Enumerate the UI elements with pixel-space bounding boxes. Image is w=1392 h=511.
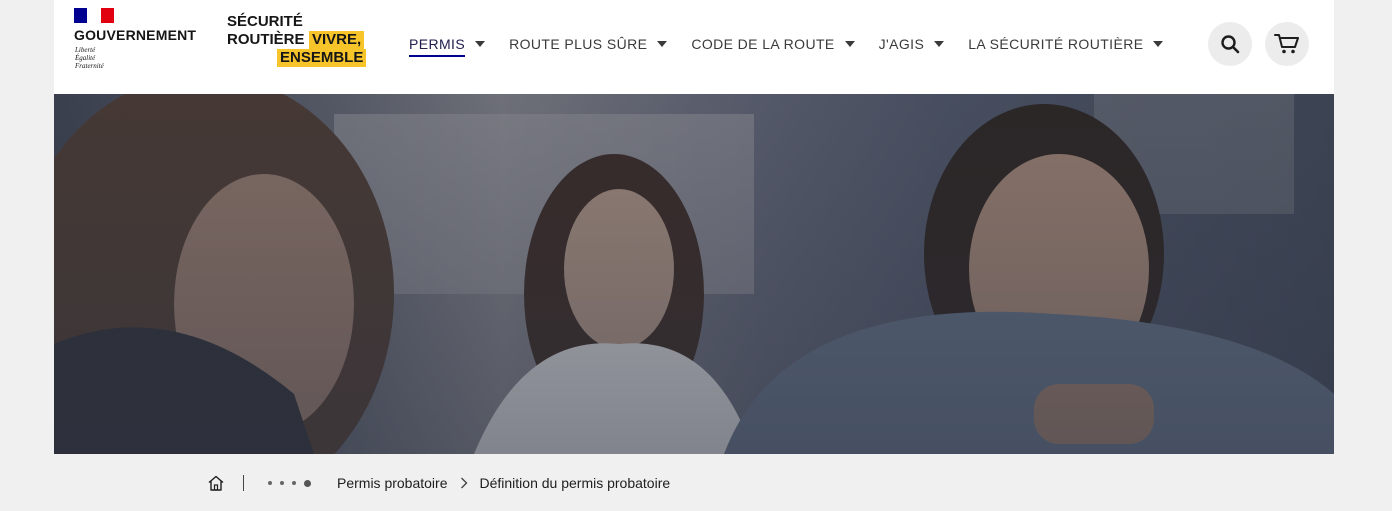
brand-tagline-1: VIVRE, <box>309 31 365 49</box>
marianne-flag-icon <box>74 8 114 23</box>
nav-item-label: J'AGIS <box>878 35 925 52</box>
breadcrumb-collapsed-items[interactable] <box>268 479 311 487</box>
breadcrumb-current-page: Définition du permis probatoire <box>479 475 671 491</box>
cart-icon <box>1274 34 1299 54</box>
main-navigation: PERMIS ROUTE PLUS SÛRE CODE DE LA ROUTE … <box>409 33 1187 57</box>
brand-line-2: ROUTIÈRE <box>227 31 305 48</box>
government-title: GOUVERNEMENT <box>74 27 197 43</box>
ellipsis-dot <box>304 479 311 487</box>
caret-down-icon <box>844 41 855 47</box>
site-header: GOUVERNEMENT Liberté Égalité Fraternité … <box>54 0 1334 94</box>
brand-tagline-2: ENSEMBLE <box>277 49 367 67</box>
ellipsis-dot <box>292 481 296 485</box>
nav-item-route-plus-sure[interactable]: ROUTE PLUS SÛRE <box>509 35 668 53</box>
securite-routiere-logo[interactable]: SÉCURITÉ ROUTIÈRE VIVRE, ENSEMBLE <box>227 13 377 71</box>
caret-down-icon <box>934 41 945 47</box>
nav-item-label: ROUTE PLUS SÛRE <box>509 35 648 52</box>
caret-down-icon <box>475 41 486 47</box>
breadcrumb-item-permis-probatoire[interactable]: Permis probatoire <box>337 475 448 491</box>
republic-motto: Liberté Égalité Fraternité <box>75 46 104 70</box>
nav-item-label: PERMIS <box>409 35 466 57</box>
nav-item-la-securite-routiere[interactable]: LA SÉCURITÉ ROUTIÈRE <box>968 35 1164 53</box>
nav-item-j-agis[interactable]: J'AGIS <box>879 36 945 53</box>
nav-item-permis[interactable]: PERMIS <box>409 35 486 57</box>
search-button[interactable] <box>1208 22 1252 66</box>
brand-line-1: SÉCURITÉ <box>227 13 303 30</box>
hero-image <box>54 94 1334 454</box>
ellipsis-dot <box>280 481 284 485</box>
nav-item-code-de-la-route[interactable]: CODE DE LA ROUTE <box>691 35 855 53</box>
search-icon <box>1221 35 1240 54</box>
breadcrumb: Permis probatoire Définition du permis p… <box>207 473 670 493</box>
caret-down-icon <box>657 41 668 47</box>
government-logo[interactable]: GOUVERNEMENT Liberté Égalité Fraternité <box>74 8 214 78</box>
home-icon[interactable] <box>207 474 225 492</box>
nav-item-label: CODE DE LA ROUTE <box>691 35 835 52</box>
nav-item-label: LA SÉCURITÉ ROUTIÈRE <box>968 35 1144 52</box>
ellipsis-dot <box>268 481 272 485</box>
chevron-right-icon <box>460 477 468 489</box>
caret-down-icon <box>1153 41 1164 47</box>
breadcrumb-divider <box>243 475 244 491</box>
cart-button[interactable] <box>1265 22 1309 66</box>
hero-photo <box>54 94 1334 454</box>
